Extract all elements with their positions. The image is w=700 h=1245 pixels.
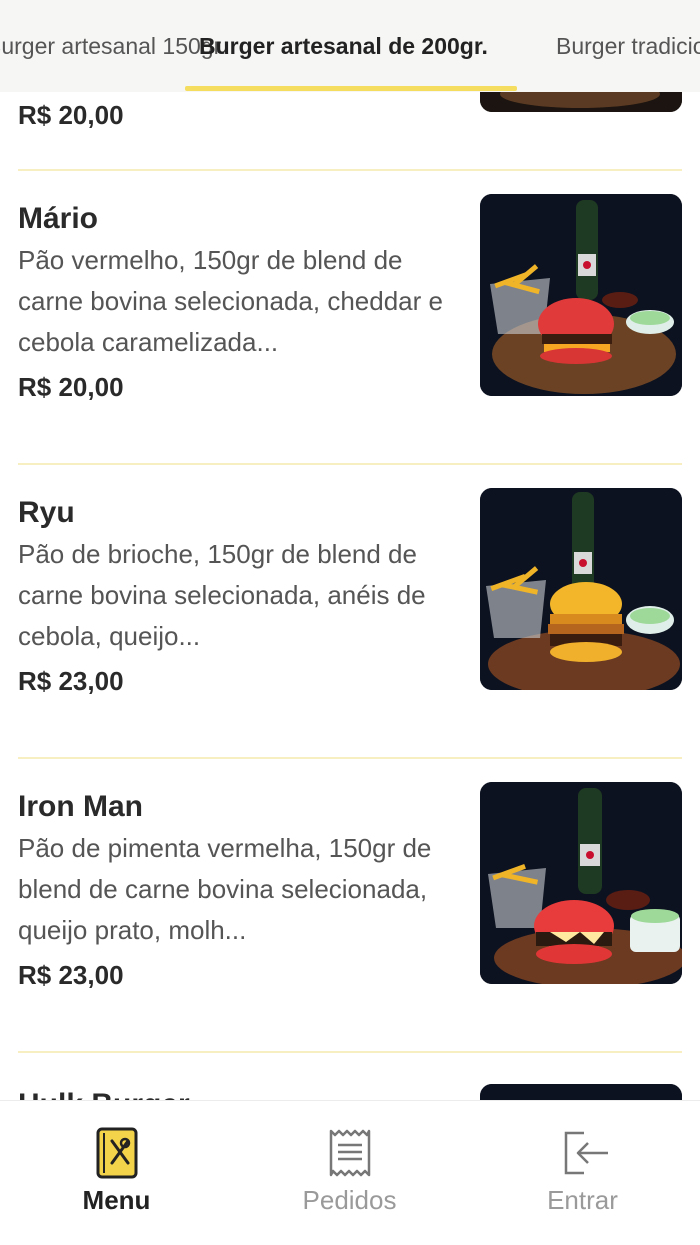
list-item-ryu[interactable]: Ryu Pão de brioche, 150gr de blend de ca… (0, 476, 700, 770)
product-price: R$ 20,00 (18, 100, 124, 130)
bottom-navigation: Menu Pedidos Entrar (0, 1100, 700, 1245)
product-description: Pão de pimenta vermelha, 150gr de blend … (18, 833, 432, 945)
list-item-mario[interactable]: Mário Pão vermelho, 150gr de blend de ca… (0, 182, 700, 476)
list-divider (18, 1051, 682, 1053)
login-arrow-icon (560, 1127, 608, 1179)
nav-login-label: Entrar (547, 1185, 618, 1215)
product-title: Iron Man (18, 790, 143, 823)
nav-orders[interactable]: Pedidos (233, 1101, 466, 1245)
tab-burger-artesanal-150[interactable]: Burger artesanal 150gr. (0, 0, 226, 92)
product-price: R$ 23,00 (18, 666, 124, 696)
receipt-icon (327, 1127, 373, 1179)
nav-login[interactable]: Entrar (466, 1101, 699, 1245)
list-divider (18, 463, 682, 465)
product-list[interactable]: R$ 20,00 Mário Pão vermelho, 150gr de bl… (0, 92, 700, 1100)
nav-orders-label: Pedidos (302, 1185, 397, 1215)
list-item-iron-man[interactable]: Iron Man Pão de pimenta vermelha, 150gr … (0, 770, 700, 1064)
list-divider (18, 757, 682, 759)
product-description: Pão de brioche, 150gr de blend de carne … (18, 539, 426, 651)
nav-menu[interactable]: Menu (0, 1101, 233, 1245)
tab-burger-artesanal-200[interactable]: Burger artesanal de 200gr. (199, 0, 488, 92)
product-price: R$ 23,00 (18, 960, 124, 990)
product-title: Hulk Burger (18, 1088, 190, 1100)
product-image[interactable] (480, 782, 682, 984)
active-tab-indicator (185, 86, 517, 91)
product-image[interactable] (480, 1084, 682, 1100)
product-price: R$ 20,00 (18, 372, 124, 402)
list-divider (18, 169, 682, 171)
tab-burger-tradicional[interactable]: Burger tradicional (556, 0, 700, 92)
product-image[interactable] (480, 92, 682, 112)
menu-book-fork-knife-icon (94, 1127, 140, 1179)
product-description: Pão vermelho, 150gr de blend de carne bo… (18, 245, 443, 357)
category-tabs: Burger artesanal 150gr. Burger artesanal… (0, 0, 700, 92)
product-image[interactable] (480, 194, 682, 396)
product-title: Mário (18, 202, 99, 235)
product-image[interactable] (480, 488, 682, 690)
product-title: Ryu (18, 496, 75, 529)
nav-menu-label: Menu (82, 1185, 151, 1215)
